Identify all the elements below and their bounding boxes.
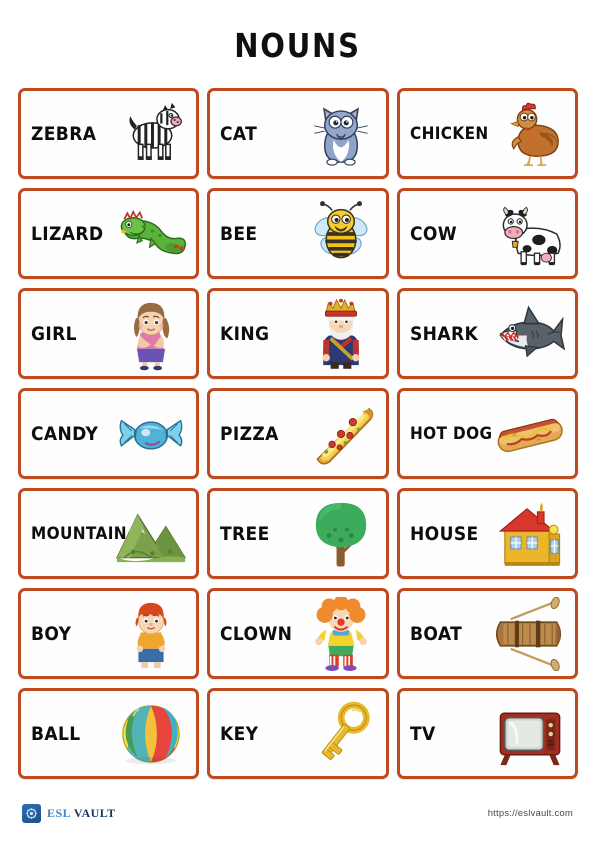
esl-vault-logo[interactable]: ESL VAULT [22,803,116,823]
king-illustration [304,297,378,371]
card-row: BOY CLOWN BOAT [18,588,578,679]
chicken-illustration [493,97,567,171]
zebra-illustration [114,97,188,171]
card-row: LIZARD BEE COW [18,188,578,279]
card-word: CANDY [31,422,99,445]
card-word: PIZZA [220,422,280,445]
noun-card-shark[interactable]: SHARK [396,288,578,379]
noun-card-house[interactable]: HOUSE [396,488,578,579]
noun-card-candy[interactable]: CANDY [18,388,200,479]
worksheet-page: NOUNS ZEBRA CAT CHICKEN LIZARD BEE COW G… [0,0,595,842]
card-word: SHARK [409,322,478,345]
noun-card-girl[interactable]: GIRL [18,288,200,379]
card-word: TREE [220,522,270,545]
card-word: HOT DOG [409,423,493,444]
noun-card-mountain[interactable]: MOUNTAIN [18,488,200,579]
card-row: GIRL KING SHARK [18,288,578,379]
card-word: LIZARD [31,222,104,245]
noun-card-cat[interactable]: CAT [207,88,389,179]
clown-illustration [304,596,378,671]
noun-card-grid: ZEBRA CAT CHICKEN LIZARD BEE COW GIRL KI… [18,88,578,779]
card-word: BOY [31,622,72,645]
noun-card-lizard[interactable]: LIZARD [18,188,200,279]
ball-illustration [114,697,188,771]
tree-illustration [304,497,378,571]
cow-illustration [493,197,567,271]
boat-illustration [493,596,567,671]
boy-illustration [114,597,188,671]
card-word: ZEBRA [31,122,97,145]
noun-card-zebra[interactable]: ZEBRA [18,88,200,179]
noun-card-bee[interactable]: BEE [207,188,389,279]
key-illustration [304,697,378,771]
card-word: KING [220,322,270,345]
card-word: TV [409,722,436,745]
cat-illustration [304,97,378,171]
noun-card-pizza[interactable]: PIZZA [207,388,389,479]
page-title: NOUNS [234,26,361,65]
noun-card-ball[interactable]: BALL [18,688,200,779]
card-word: BOAT [409,622,462,645]
noun-card-hot-dog[interactable]: HOT DOG [396,388,578,479]
card-row: ZEBRA CAT CHICKEN [18,88,578,179]
page-footer: ESL VAULT https://eslvault.com [0,798,595,828]
card-word: CHICKEN [409,123,489,144]
card-row: CANDY PIZZA HOT DOG [18,388,578,479]
card-row: MOUNTAIN TREE HOUSE [18,488,578,579]
noun-card-clown[interactable]: CLOWN [207,588,389,679]
card-word: BEE [220,222,258,245]
card-word: BALL [31,722,81,745]
house-illustration [493,497,567,571]
card-row: BALL KEY TV [18,688,578,779]
noun-card-boy[interactable]: BOY [18,588,200,679]
noun-card-key[interactable]: KEY [207,688,389,779]
pizza-illustration [304,397,378,471]
card-word: CAT [220,122,258,145]
brand-esl: ESL [47,805,71,820]
card-word: KEY [220,722,259,745]
noun-card-king[interactable]: KING [207,288,389,379]
candy-illustration [114,397,188,471]
noun-card-chicken[interactable]: CHICKEN [396,88,578,179]
noun-card-boat[interactable]: BOAT [396,588,578,679]
noun-card-cow[interactable]: COW [396,188,578,279]
card-word: COW [409,222,457,245]
bee-illustration [304,197,378,271]
brand-wordmark: ESL VAULT [47,806,116,821]
card-word: CLOWN [220,622,293,645]
shark-illustration [493,297,567,371]
brand-vault: VAULT [73,805,116,820]
card-word: MOUNTAIN [31,523,127,544]
noun-card-tv[interactable]: TV [396,688,578,779]
card-word: GIRL [31,322,77,345]
card-word: HOUSE [409,522,479,545]
noun-card-tree[interactable]: TREE [207,488,389,579]
tv-illustration [493,697,567,771]
site-url[interactable]: https://eslvault.com [488,808,573,819]
girl-illustration [114,297,188,371]
lizard-illustration [114,197,188,271]
vault-icon [22,803,41,823]
hot-dog-illustration [493,397,567,471]
